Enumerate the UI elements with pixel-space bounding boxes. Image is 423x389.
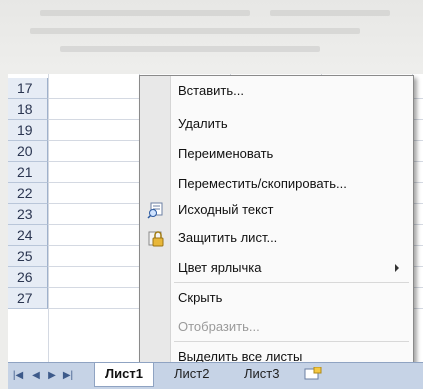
menu-item-view-code[interactable]: Исходный текст	[178, 199, 405, 221]
row-header-23[interactable]: 23	[8, 204, 48, 225]
menu-item-move-copy[interactable]: Переместить/скопировать...	[178, 173, 405, 195]
row-header-19[interactable]: 19	[8, 120, 48, 141]
row-header-18[interactable]: 18	[8, 99, 48, 120]
submenu-arrow-icon	[395, 264, 399, 272]
menu-item-rename[interactable]: Переименовать	[178, 143, 405, 165]
menu-item-tab-color[interactable]: Цвет ярлычка	[178, 257, 405, 279]
tab-sheet2[interactable]: Лист2	[164, 363, 219, 387]
menu-item-unhide: Отобразить...	[178, 319, 260, 334]
row-header-21[interactable]: 21	[8, 162, 48, 183]
sheet-tab-context-menu: Вставить... Удалить Переименовать Переме…	[139, 75, 414, 368]
menu-icon-gutter	[140, 76, 171, 367]
menu-separator	[174, 341, 409, 342]
view-code-icon	[147, 202, 163, 219]
menu-separator	[174, 282, 409, 283]
row-header-22[interactable]: 22	[8, 183, 48, 204]
menu-item-insert[interactable]: Вставить...	[178, 80, 405, 102]
next-sheet-icon[interactable]: ▶	[46, 369, 58, 383]
menu-item-hide[interactable]: Скрыть	[178, 287, 405, 309]
tab-sheet3[interactable]: Лист3	[234, 363, 289, 387]
row-header-26[interactable]: 26	[8, 267, 48, 288]
lock-icon	[148, 231, 164, 247]
menu-item-tab-color-label: Цвет ярлычка	[178, 260, 262, 275]
page-background-strip	[0, 0, 423, 70]
row-header-24[interactable]: 24	[8, 225, 48, 246]
row-header-17[interactable]: 17	[8, 78, 48, 99]
menu-item-delete[interactable]: Удалить	[178, 113, 405, 135]
last-sheet-icon[interactable]: ▶|	[62, 369, 74, 383]
prev-sheet-icon[interactable]: ◀	[30, 369, 42, 383]
sheet-tab-bar: |◀ ◀ ▶ ▶| Лист1 Лист2 Лист3	[8, 362, 423, 389]
row-header-20[interactable]: 20	[8, 141, 48, 162]
row-header-27[interactable]: 27	[8, 288, 48, 309]
insert-sheet-icon[interactable]	[304, 367, 322, 381]
first-sheet-icon[interactable]: |◀	[12, 369, 24, 383]
menu-item-protect-sheet[interactable]: Защитить лист...	[178, 227, 405, 249]
row-header-25[interactable]: 25	[8, 246, 48, 267]
tab-sheet1[interactable]: Лист1	[94, 363, 154, 387]
